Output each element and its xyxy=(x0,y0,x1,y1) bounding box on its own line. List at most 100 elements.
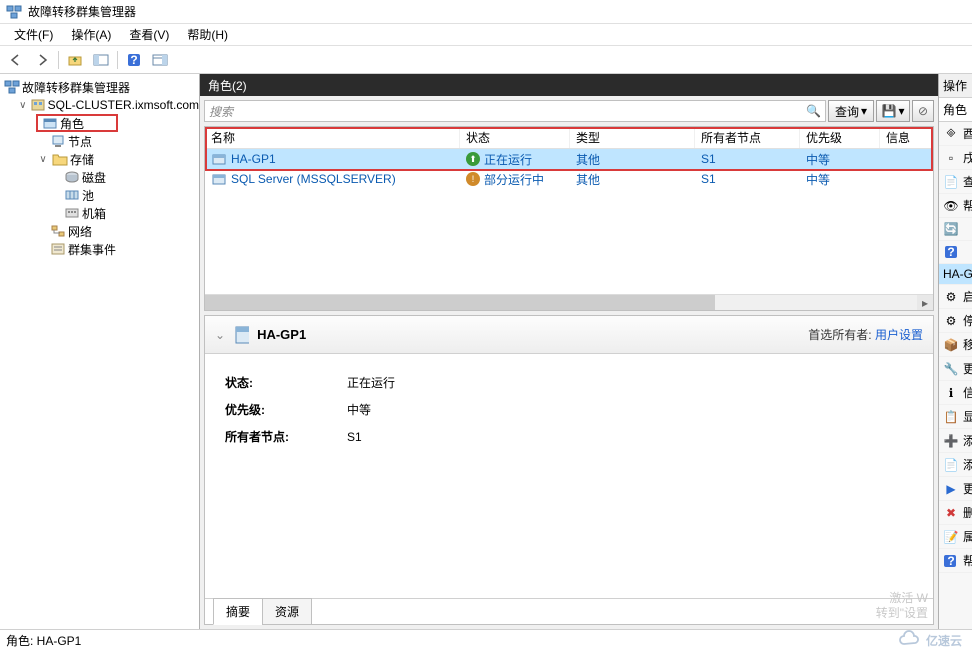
titlebar: 故障转移群集管理器 xyxy=(0,0,972,24)
toolbar-separator xyxy=(117,51,118,69)
help-icon: ? xyxy=(943,553,959,569)
role-icon xyxy=(211,171,227,187)
scrollbar-thumb[interactable] xyxy=(205,295,715,311)
action-help2[interactable]: ?帮 xyxy=(939,549,972,573)
action-create[interactable]: 📄查 xyxy=(939,170,972,194)
expand-icon[interactable]: ∨ xyxy=(36,154,50,165)
window-title: 故障转移群集管理器 xyxy=(28,3,136,20)
tree-cluster-label: SQL-CLUSTER.ixmsoft.com xyxy=(48,98,199,112)
roles-header: 角色(2) xyxy=(200,74,938,96)
clear-icon: ⊘ xyxy=(918,104,928,118)
toolbar: ? xyxy=(0,46,972,74)
action-view[interactable]: 👁帮 xyxy=(939,194,972,218)
col-status-header[interactable]: 状态 xyxy=(460,127,570,148)
save-query-button[interactable]: 💾 ▾ xyxy=(876,100,910,122)
action-props[interactable]: 📝属 xyxy=(939,525,972,549)
priority-label: 优先级: xyxy=(225,397,345,422)
refresh-icon: 🔄 xyxy=(943,221,959,237)
tree-storage[interactable]: ∨ 存储 xyxy=(0,150,199,168)
grid-header: 名称 状态 类型 所有者节点 优先级 信息 xyxy=(205,127,933,149)
menu-help[interactable]: 帮助(H) xyxy=(179,24,236,45)
chevron-down-icon: ▾ xyxy=(898,104,904,118)
owner-label: 所有者节点: xyxy=(225,424,345,449)
action-show[interactable]: 📋显 xyxy=(939,405,972,429)
col-name-header[interactable]: 名称 xyxy=(205,127,460,148)
action-stop[interactable]: ⚙停 xyxy=(939,309,972,333)
search-input[interactable]: 搜索 🔍 xyxy=(204,100,826,122)
tree-panel: 故障转移群集管理器 ∨ SQL-CLUSTER.ixmsoft.com 角色 节… xyxy=(0,74,200,629)
action-refresh[interactable]: 🔄 xyxy=(939,218,972,241)
tree-networks[interactable]: 网络 xyxy=(0,222,199,240)
app-icon xyxy=(6,4,22,20)
tree-disks-label: 磁盘 xyxy=(82,169,106,186)
scrollbar-arrow-right[interactable]: ▸ xyxy=(917,295,933,311)
center-panel: 角色(2) 搜索 🔍 查询 ▾ 💾 ▾ ⊘ 名称 状态 xyxy=(200,74,938,629)
disk-icon xyxy=(64,169,80,185)
detail-body: 状态:正在运行 优先级:中等 所有者节点:S1 xyxy=(205,354,933,598)
action-more[interactable]: ▶更 xyxy=(939,477,972,501)
role-icon xyxy=(211,151,227,167)
nav-back-button[interactable] xyxy=(4,49,28,71)
up-folder-button[interactable] xyxy=(63,49,87,71)
action-move[interactable]: 📦移 xyxy=(939,333,972,357)
show-icon: 📋 xyxy=(943,409,959,425)
col-type-header[interactable]: 类型 xyxy=(570,127,695,148)
tree-roles[interactable]: 角色 xyxy=(36,114,118,132)
col-owner-header[interactable]: 所有者节点 xyxy=(695,127,800,148)
clear-query-button[interactable]: ⊘ xyxy=(912,100,934,122)
statusbar-text: 角色: HA-GP1 xyxy=(6,632,81,649)
tree-root[interactable]: 故障转移群集管理器 xyxy=(0,78,199,96)
action-add2[interactable]: 📄添 xyxy=(939,453,972,477)
action-info[interactable]: ℹ信 xyxy=(939,381,972,405)
action-configure[interactable]: 🞜酉 xyxy=(939,122,972,146)
action-delete[interactable]: ✖删 xyxy=(939,501,972,525)
detail-header: ⌄ HA-GP1 首选所有者: 用户设置 xyxy=(205,316,933,354)
tree-pools[interactable]: 池 xyxy=(0,186,199,204)
tree-cluster[interactable]: ∨ SQL-CLUSTER.ixmsoft.com xyxy=(0,96,199,114)
chevron-down-icon: ▾ xyxy=(861,104,867,118)
tree-enclosures[interactable]: 机箱 xyxy=(0,204,199,222)
properties-button[interactable] xyxy=(148,49,172,71)
row-owner: S1 xyxy=(695,172,800,186)
collapse-icon[interactable]: ⌄ xyxy=(215,328,225,342)
query-button[interactable]: 查询 ▾ xyxy=(828,100,874,122)
search-placeholder: 搜索 xyxy=(209,103,233,120)
tree-disks[interactable]: 磁盘 xyxy=(0,168,199,186)
tab-resource[interactable]: 资源 xyxy=(262,598,312,625)
roles-grid: 名称 状态 类型 所有者节点 优先级 信息 HA-GP1⬆正在运行其他S1中等S… xyxy=(204,126,934,311)
cluster-icon xyxy=(30,97,46,113)
row-status: 正在运行 xyxy=(484,151,532,168)
table-row[interactable]: HA-GP1⬆正在运行其他S1中等 xyxy=(205,149,933,169)
horizontal-scrollbar[interactable]: ▸ xyxy=(205,294,933,310)
pool-icon xyxy=(64,187,80,203)
menu-action[interactable]: 操作(A) xyxy=(63,24,119,45)
show-hide-tree-button[interactable] xyxy=(89,49,113,71)
tree-events[interactable]: 群集事件 xyxy=(0,240,199,258)
action-vm[interactable]: ▫戌 xyxy=(939,146,972,170)
tab-summary[interactable]: 摘要 xyxy=(213,598,263,625)
help-button[interactable]: ? xyxy=(122,49,146,71)
toolbar-separator xyxy=(58,51,59,69)
col-priority-header[interactable]: 优先级 xyxy=(800,127,880,148)
table-row[interactable]: SQL Server (MSSQLSERVER)!部分运行中其他S1中等 xyxy=(205,169,933,189)
tree-roles-label: 角色 xyxy=(60,115,84,132)
col-info-header[interactable]: 信息 xyxy=(880,127,933,148)
menu-file[interactable]: 文件(F) xyxy=(6,24,61,45)
menu-view[interactable]: 查看(V) xyxy=(121,24,177,45)
action-start[interactable]: ⚙启 xyxy=(939,285,972,309)
action-help[interactable]: ? xyxy=(939,241,972,264)
action-add1[interactable]: ➕添 xyxy=(939,429,972,453)
tree-networks-label: 网络 xyxy=(68,223,92,240)
preferred-owner: 首选所有者: 用户设置 xyxy=(808,326,923,343)
tree-storage-label: 存储 xyxy=(70,151,94,168)
status-dot-icon: ! xyxy=(466,172,480,186)
pref-owner-link[interactable]: 用户设置 xyxy=(875,328,923,342)
tree-enclosures-label: 机箱 xyxy=(82,205,106,222)
expand-icon[interactable]: ∨ xyxy=(18,100,28,111)
query-button-label: 查询 xyxy=(835,103,859,120)
move-icon: 📦 xyxy=(943,337,959,353)
action-change[interactable]: 🔧更 xyxy=(939,357,972,381)
tree-nodes[interactable]: 节点 xyxy=(0,132,199,150)
roles-header-label: 角色(2) xyxy=(208,77,247,94)
nav-forward-button[interactable] xyxy=(30,49,54,71)
